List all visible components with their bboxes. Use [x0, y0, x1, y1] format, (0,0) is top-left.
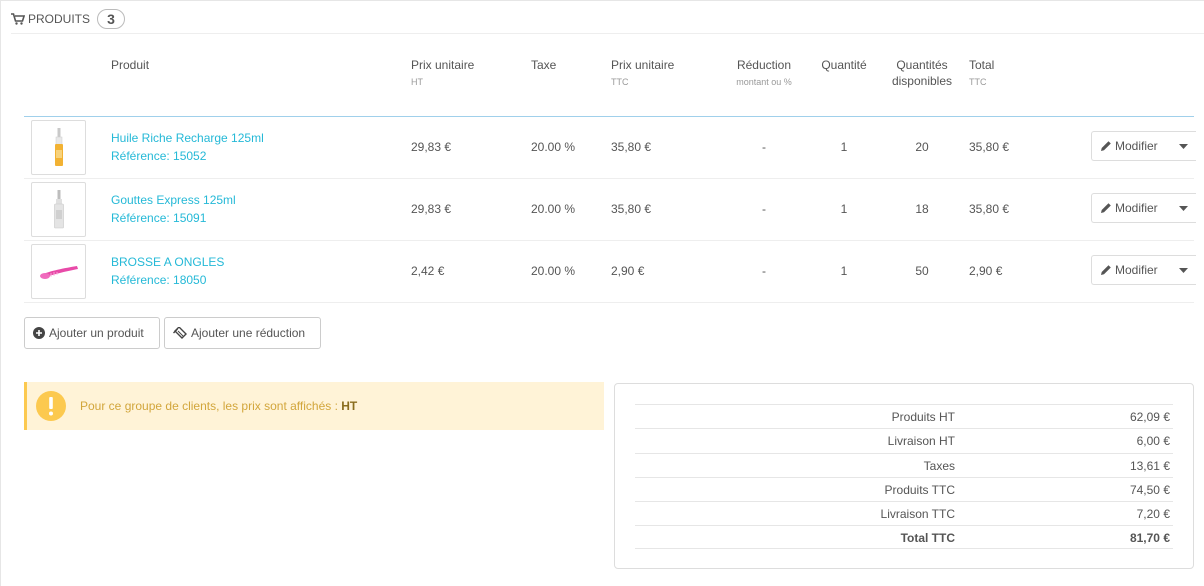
total-label: Produits TTC — [884, 483, 955, 497]
product-link[interactable]: BROSSE A ONGLES Référence: 18050 — [111, 253, 224, 289]
product-thumbnail[interactable] — [31, 120, 86, 175]
edit-dropdown-toggle[interactable] — [1170, 194, 1196, 222]
available-quantity: 18 — [915, 202, 929, 216]
add-product-button[interactable]: Ajouter un produit — [24, 317, 160, 349]
quantity: 1 — [840, 140, 848, 154]
tax-rate: 20.00 % — [531, 140, 576, 154]
caret-down-icon — [1178, 143, 1188, 149]
col-unit-price-ttc: Prix unitaire TTC — [611, 58, 675, 87]
product-count-badge: 3 — [97, 9, 126, 29]
add-reduction-button[interactable]: Ajouter une réduction — [164, 317, 321, 349]
panel-heading: PRODUITS 3 — [11, 6, 126, 32]
product-thumbnail[interactable] — [31, 244, 86, 299]
total-value: 6,00 € — [1136, 434, 1170, 448]
alert-text: Pour ce groupe de clients, les prix sont… — [80, 399, 358, 413]
col-reduction: Réduction montant ou % — [736, 58, 792, 87]
product-link[interactable]: Huile Riche Recharge 125ml Référence: 15… — [111, 129, 264, 165]
total-row: Livraison TTC 7,20 € — [635, 501, 1173, 525]
price-display-alert: Pour ce groupe de clients, les prix sont… — [24, 382, 604, 430]
product-thumbnail[interactable] — [31, 182, 86, 237]
col-available: Quantités disponibles — [891, 58, 953, 88]
grand-total-row: Total TTC 81,70 € — [635, 525, 1173, 549]
table-row: Gouttes Express 125ml Référence: 15091 2… — [24, 179, 1196, 241]
col-unit-price-ht: Prix unitaire HT — [411, 58, 475, 87]
quantity: 1 — [840, 264, 848, 278]
total-label: Taxes — [923, 459, 955, 473]
col-product: Produit — [111, 58, 150, 72]
grand-total-label: Total TTC — [900, 531, 955, 545]
table-row: Huile Riche Recharge 125ml Référence: 15… — [24, 117, 1196, 179]
total-value: 62,09 € — [1129, 410, 1170, 424]
total-value: 74,50 € — [1129, 483, 1170, 497]
total-label: Livraison HT — [887, 434, 955, 448]
heading-divider — [11, 33, 1204, 34]
tax-rate: 20.00 % — [531, 202, 576, 216]
warning-icon — [36, 391, 66, 421]
table-row: BROSSE A ONGLES Référence: 18050 2,42 € … — [24, 241, 1196, 303]
pencil-icon — [1101, 203, 1111, 213]
reduction: - — [762, 264, 766, 278]
total-row: Taxes 13,61 € — [635, 453, 1173, 477]
total-label: Produits HT — [891, 410, 955, 424]
edit-button-group: Modifier — [1091, 131, 1196, 161]
reduction: - — [762, 140, 766, 154]
available-quantity: 50 — [915, 264, 929, 278]
plus-circle-icon — [33, 327, 45, 339]
grand-total-value: 81,70 € — [1129, 531, 1170, 545]
available-quantity: 20 — [915, 140, 929, 154]
ticket-icon — [173, 327, 187, 339]
total-row: Produits HT 62,09 € — [635, 404, 1173, 428]
table-header: Produit Prix unitaire HT Taxe Prix unitai… — [24, 51, 1194, 117]
col-quantity: Quantité — [821, 58, 867, 72]
tax-rate: 20.00 % — [531, 264, 576, 278]
edit-button-group: Modifier — [1091, 193, 1196, 223]
edit-button[interactable]: Modifier — [1092, 132, 1170, 160]
row-total: 35,80 € — [969, 140, 1010, 154]
price-ht: 29,83 € — [411, 140, 452, 154]
pencil-icon — [1101, 265, 1111, 275]
edit-button-group: Modifier — [1091, 255, 1196, 285]
caret-down-icon — [1178, 205, 1188, 211]
edit-button[interactable]: Modifier — [1092, 194, 1170, 222]
caret-down-icon — [1178, 267, 1188, 273]
total-value: 7,20 € — [1136, 507, 1170, 521]
add-product-label: Ajouter un produit — [49, 326, 144, 340]
row-total: 35,80 € — [969, 202, 1010, 216]
oil-bottle-image — [54, 127, 63, 166]
cart-icon — [11, 13, 25, 25]
row-total: 2,90 € — [969, 264, 1003, 278]
edit-dropdown-toggle[interactable] — [1170, 256, 1196, 284]
price-ttc: 2,90 € — [611, 264, 645, 278]
total-row: Produits TTC 74,50 € — [635, 477, 1173, 501]
dropper-bottle-image — [53, 189, 64, 228]
col-tax: Taxe — [531, 58, 557, 72]
product-link[interactable]: Gouttes Express 125ml Référence: 15091 — [111, 191, 236, 227]
totals-panel: Produits HT 62,09 € Livraison HT 6,00 € … — [614, 383, 1194, 569]
total-value: 13,61 € — [1129, 459, 1170, 473]
col-total: Total TTC — [969, 58, 995, 87]
price-ht: 2,42 € — [411, 264, 445, 278]
panel-title: PRODUITS — [28, 12, 91, 26]
reduction: - — [762, 202, 766, 216]
quantity: 1 — [840, 202, 848, 216]
nail-brush-image — [39, 265, 78, 279]
price-ht: 29,83 € — [411, 202, 452, 216]
add-reduction-label: Ajouter une réduction — [191, 326, 306, 340]
edit-dropdown-toggle[interactable] — [1170, 132, 1196, 160]
price-ttc: 35,80 € — [611, 140, 652, 154]
products-panel: PRODUITS 3 Produit Prix unitaire HT Taxe … — [0, 0, 1204, 586]
pencil-icon — [1101, 141, 1111, 151]
price-ttc: 35,80 € — [611, 202, 652, 216]
edit-button[interactable]: Modifier — [1092, 256, 1170, 284]
total-row: Livraison HT 6,00 € — [635, 428, 1173, 452]
total-label: Livraison TTC — [880, 507, 955, 521]
